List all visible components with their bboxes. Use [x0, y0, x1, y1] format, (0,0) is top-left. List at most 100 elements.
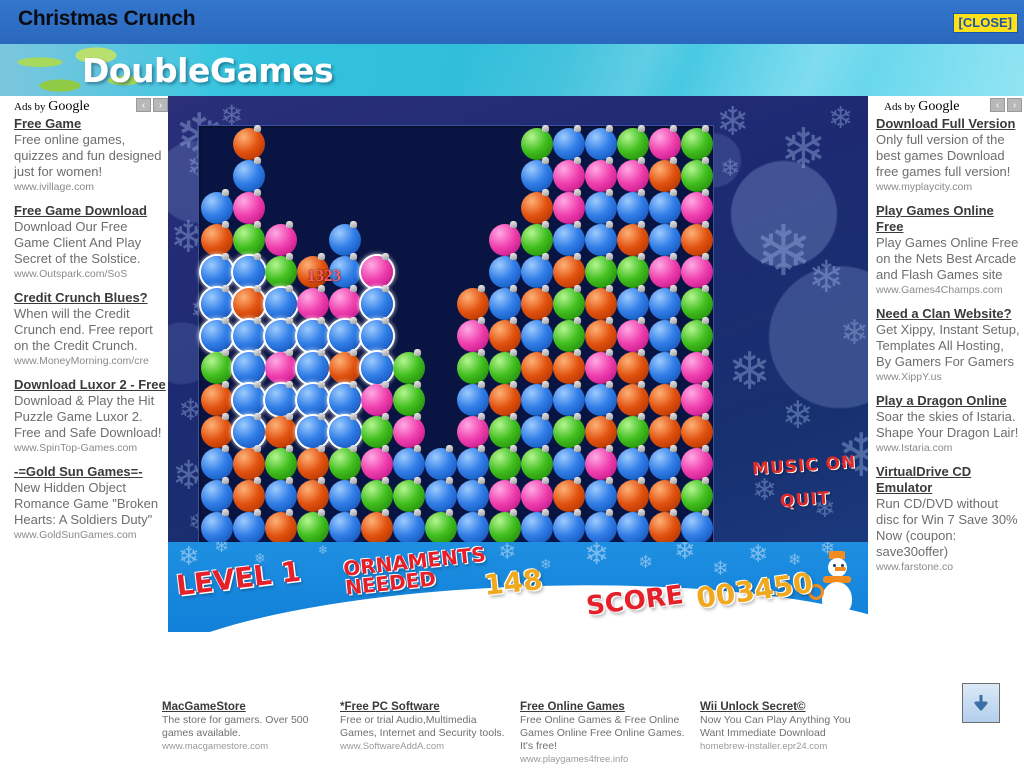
- ornament-ball[interactable]: [361, 509, 393, 544]
- ornament-ball[interactable]: [553, 253, 585, 288]
- ornament-ball[interactable]: [521, 221, 553, 256]
- ornament-ball[interactable]: [265, 349, 297, 384]
- ornament-ball[interactable]: [233, 157, 265, 192]
- ornament-ball[interactable]: [361, 381, 393, 416]
- ornament-ball[interactable]: [329, 317, 361, 352]
- ornament-ball[interactable]: [681, 381, 713, 416]
- ornament-ball[interactable]: [585, 317, 617, 352]
- right-ad-title[interactable]: VirtualDrive CD Emulator: [876, 464, 1022, 496]
- ornament-ball[interactable]: [201, 509, 233, 544]
- ornament-ball[interactable]: [617, 349, 649, 384]
- ornament-ball[interactable]: [681, 317, 713, 352]
- ornament-ball[interactable]: [681, 253, 713, 288]
- ornament-ball[interactable]: [233, 349, 265, 384]
- ornament-ball[interactable]: [681, 157, 713, 192]
- ornament-ball[interactable]: [297, 445, 329, 480]
- footer-ad-title[interactable]: Wii Unlock Secret©: [700, 700, 872, 714]
- ornament-ball[interactable]: [201, 413, 233, 448]
- ornament-ball[interactable]: [585, 157, 617, 192]
- left-ad-title[interactable]: -=Gold Sun Games=-: [14, 464, 166, 480]
- ornament-ball[interactable]: [233, 477, 265, 512]
- ornament-ball[interactable]: [553, 189, 585, 224]
- ornament-ball[interactable]: [393, 413, 425, 448]
- ornament-ball[interactable]: [681, 413, 713, 448]
- ornament-ball[interactable]: [649, 253, 681, 288]
- ornament-ball[interactable]: [585, 221, 617, 256]
- ornament-ball[interactable]: [617, 509, 649, 544]
- ornament-ball[interactable]: [393, 509, 425, 544]
- ornament-ball[interactable]: [297, 349, 329, 384]
- ornament-ball[interactable]: [617, 477, 649, 512]
- ornament-ball[interactable]: [265, 221, 297, 256]
- ornament-ball[interactable]: [489, 317, 521, 352]
- ornament-ball[interactable]: [617, 413, 649, 448]
- ornament-ball[interactable]: [457, 317, 489, 352]
- ornament-ball[interactable]: [233, 221, 265, 256]
- ornament-ball[interactable]: [265, 285, 297, 320]
- ad-next-arrow-icon[interactable]: ›: [1007, 98, 1022, 112]
- game-stage[interactable]: ❄❄❄❄❄❄❄❄❄❄❄❄❄❄❄❄❄❄❄❄❄❄ 1323 MUSIC ON QUI…: [168, 96, 868, 632]
- footer-ad-title[interactable]: Free Online Games: [520, 700, 696, 714]
- ornament-ball[interactable]: [649, 509, 681, 544]
- ornament-ball[interactable]: [681, 125, 713, 160]
- ornament-ball[interactable]: [553, 125, 585, 160]
- ornament-ball[interactable]: [233, 317, 265, 352]
- ornament-ball[interactable]: [585, 413, 617, 448]
- ornament-ball[interactable]: [329, 509, 361, 544]
- ornament-ball[interactable]: [393, 381, 425, 416]
- ornament-ball[interactable]: [457, 285, 489, 320]
- ornament-ball[interactable]: [233, 381, 265, 416]
- ornament-ball[interactable]: [265, 413, 297, 448]
- ornament-ball[interactable]: [521, 157, 553, 192]
- ornament-ball[interactable]: [329, 349, 361, 384]
- ornament-ball[interactable]: [649, 445, 681, 480]
- right-ad-title[interactable]: Play Games Online Free: [876, 203, 1022, 235]
- ornament-ball[interactable]: [585, 349, 617, 384]
- ornament-ball[interactable]: [617, 125, 649, 160]
- right-ad-title[interactable]: Play a Dragon Online: [876, 393, 1022, 409]
- ornament-ball[interactable]: [361, 445, 393, 480]
- ornament-ball[interactable]: [521, 477, 553, 512]
- ornament-ball[interactable]: [329, 445, 361, 480]
- ornament-ball[interactable]: [297, 509, 329, 544]
- ornament-ball[interactable]: [393, 445, 425, 480]
- left-ad-title[interactable]: Free Game: [14, 116, 166, 132]
- ornament-ball[interactable]: [521, 509, 553, 544]
- ornament-ball[interactable]: [201, 477, 233, 512]
- ornament-ball[interactable]: [681, 285, 713, 320]
- ornament-ball[interactable]: [265, 317, 297, 352]
- ornament-ball[interactable]: [489, 381, 521, 416]
- ornament-ball[interactable]: [553, 285, 585, 320]
- ornament-ball[interactable]: [233, 509, 265, 544]
- ornament-ball[interactable]: [489, 509, 521, 544]
- ornament-ball[interactable]: [361, 349, 393, 384]
- ad-prev-arrow-icon[interactable]: ‹: [136, 98, 151, 112]
- ornament-ball[interactable]: [201, 445, 233, 480]
- ornament-ball[interactable]: [489, 349, 521, 384]
- ornament-ball[interactable]: [425, 445, 457, 480]
- ornament-ball[interactable]: [553, 157, 585, 192]
- ornament-ball[interactable]: [233, 445, 265, 480]
- ornament-ball[interactable]: [649, 413, 681, 448]
- ornament-ball[interactable]: [201, 285, 233, 320]
- ornament-ball[interactable]: [329, 221, 361, 256]
- ornament-ball[interactable]: [297, 413, 329, 448]
- ornament-ball[interactable]: [457, 445, 489, 480]
- ornament-ball[interactable]: [233, 253, 265, 288]
- ornament-ball[interactable]: [521, 253, 553, 288]
- ornament-ball[interactable]: [553, 317, 585, 352]
- ornament-ball[interactable]: [649, 189, 681, 224]
- ad-prev-arrow-icon[interactable]: ‹: [990, 98, 1005, 112]
- ornament-ball[interactable]: [265, 477, 297, 512]
- ornament-ball[interactable]: [265, 445, 297, 480]
- ornament-ball[interactable]: [553, 509, 585, 544]
- right-ad-title[interactable]: Need a Clan Website?: [876, 306, 1022, 322]
- ornament-ball[interactable]: [361, 317, 393, 352]
- ad-next-arrow-icon[interactable]: ›: [153, 98, 168, 112]
- ornament-ball[interactable]: [297, 317, 329, 352]
- ornament-ball[interactable]: [393, 477, 425, 512]
- ornament-ball[interactable]: [617, 285, 649, 320]
- ornament-ball[interactable]: [329, 285, 361, 320]
- ornament-ball[interactable]: [201, 221, 233, 256]
- ornament-ball[interactable]: [649, 125, 681, 160]
